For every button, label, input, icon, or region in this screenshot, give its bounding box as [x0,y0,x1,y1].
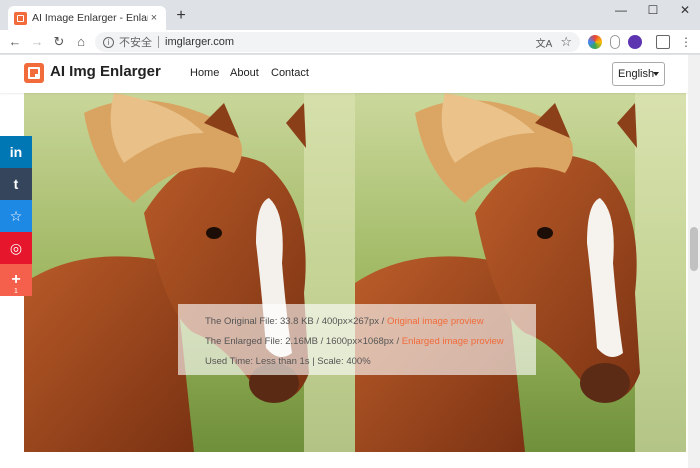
reload-icon[interactable]: ↻ [50,33,68,51]
url-text[interactable]: imglarger.com [165,36,536,48]
security-label: 不安全 [119,37,152,49]
nav-home[interactable]: Home [190,67,219,79]
browser-toolbar: ← → ↻ ⌂ i 不安全 imglarger.com 文A ☆ ⋮ [0,30,700,54]
site-header: AI Img Enlarger Home About Contact Engli… [0,55,688,93]
logo-icon[interactable] [24,63,44,83]
original-image[interactable] [24,93,355,452]
minimize-icon[interactable]: — [606,0,636,22]
chevron-down-icon [653,72,659,76]
horse-photo-original [24,93,355,452]
translate-icon[interactable]: 文A [536,35,553,50]
linkedin-icon: in [9,144,23,160]
more-share-button[interactable]: + 1 [0,264,32,296]
file-info-panel: The Original File: 33.8 KB / 400px×267px… [178,304,536,375]
tab-title: AI Image Enlarger - Enlarge Im [32,12,148,24]
cast-icon[interactable] [656,35,670,49]
weibo-icon: ◎ [9,239,23,256]
site-favicon-icon [14,11,27,25]
menu-icon[interactable]: ⋮ [677,33,695,51]
site-info-icon[interactable]: i [103,36,114,48]
enlarged-file-text: The Enlarged File: 2.16MB / 1600px×1068p… [205,336,402,347]
tumblr-share-button[interactable]: t [0,168,32,200]
tab-close-icon[interactable]: × [148,12,160,24]
horse-photo-enlarged [355,93,686,452]
forward-icon[interactable]: → [28,33,46,51]
comparison-stage [24,93,686,452]
microphone-icon[interactable] [610,35,620,49]
download-extension-icon[interactable] [628,35,642,49]
scrollbar-thumb[interactable] [690,227,698,271]
browser-tab[interactable]: AI Image Enlarger - Enlarge Im × [8,6,166,30]
enlarged-file-info: The Enlarged File: 2.16MB / 1600px×1068p… [205,333,536,353]
linkedin-share-button[interactable]: in [0,136,32,168]
maximize-icon[interactable]: ☐ [638,0,668,22]
tab-strip: AI Image Enlarger - Enlarge Im × + — ☐ ✕ [0,0,700,30]
share-count: 1 [14,288,18,295]
bookmark-star-icon[interactable]: ☆ [560,34,572,50]
language-value: English [618,68,655,80]
nav-contact[interactable]: Contact [271,67,309,79]
web-page: AI Img Enlarger Home About Contact Engli… [0,55,688,468]
site-logo[interactable]: AI Img Enlarger [50,63,161,80]
close-window-icon[interactable]: ✕ [670,0,700,22]
plus-icon: + [11,271,21,288]
language-select[interactable]: English [612,62,665,86]
original-file-text: The Original File: 33.8 KB / 400px×267px… [205,316,387,327]
tumblr-icon: t [13,176,19,192]
address-bar[interactable]: i 不安全 imglarger.com 文A ☆ [95,32,580,52]
chrome-extension-icon[interactable] [588,35,602,49]
original-file-info: The Original File: 33.8 KB / 400px×267px… [205,313,536,333]
original-preview-link[interactable]: Original image proview [387,316,484,327]
omnibox-divider [158,36,159,48]
back-icon[interactable]: ← [6,33,24,51]
weibo-share-button[interactable]: ◎ [0,232,32,264]
favorite-icon: ☆ [9,207,23,224]
nav-about[interactable]: About [230,67,259,79]
favorite-share-button[interactable]: ☆ [0,200,32,232]
share-sidebar: in t ☆ ◎ + 1 [0,136,32,296]
home-icon[interactable]: ⌂ [72,33,90,51]
page-scrollbar[interactable] [688,55,700,468]
used-time-info: Used Time: Less than 1s | Scale: 400% [205,356,371,367]
enlarged-image[interactable] [355,93,686,452]
enlarged-preview-link[interactable]: Enlarged image proview [402,336,504,347]
new-tab-button[interactable]: + [171,6,191,26]
